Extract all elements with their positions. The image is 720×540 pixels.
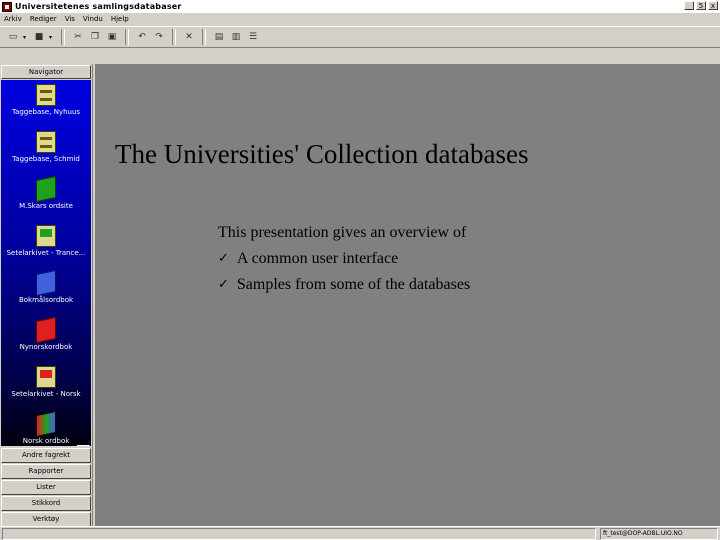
bullet-text: A common user interface bbox=[236, 250, 399, 267]
dropdown-arrow-icon[interactable]: ▾ bbox=[49, 34, 55, 41]
window-controls: _ 5 x bbox=[684, 1, 718, 10]
menu-arkiv[interactable]: Arkiv bbox=[0, 15, 26, 23]
menu-hjelp[interactable]: Hjelp bbox=[107, 15, 133, 23]
open-icon[interactable]: ▭ bbox=[6, 30, 20, 44]
toolbar-separator bbox=[172, 29, 176, 45]
slide-bullet: ✓ A common user interface bbox=[218, 246, 470, 272]
nav-item-ordsite[interactable]: M.Skars ordsite bbox=[1, 174, 91, 221]
nav-item-setelarkivet-trance[interactable]: Setelarkivet - Trance... bbox=[1, 221, 91, 268]
sidebar: Navigator Taggebase, Nyhuus Taggebase, S… bbox=[0, 64, 93, 528]
lister-button[interactable]: Lister bbox=[1, 480, 91, 495]
tile-icon[interactable]: ▤ bbox=[212, 30, 226, 44]
status-user: ft_test@DOP-ADBL.UIO.NO bbox=[600, 528, 718, 540]
nav-item-label: Nynorskordbok bbox=[19, 343, 73, 351]
maximize-button[interactable]: 5 bbox=[696, 1, 706, 10]
minimize-button[interactable]: _ bbox=[684, 1, 694, 10]
scroll-down-icon[interactable]: ▼ bbox=[77, 445, 90, 446]
nav-item-label: Taggebase, Schmid bbox=[12, 155, 80, 163]
navigator-header[interactable]: Navigator bbox=[1, 65, 91, 79]
nav-item-nynorskordbok[interactable]: Nynorskordbok bbox=[1, 315, 91, 362]
slide-body: This presentation gives an overview of ✓… bbox=[218, 220, 470, 298]
nav-item-bokmalsordbok[interactable]: Bokmålsordbok bbox=[1, 268, 91, 315]
copy-icon[interactable]: ❐ bbox=[88, 30, 102, 44]
toolbar: ▭ ▾ ■ ▾ ✂ ❐ ▣ ↶ ↷ ✕ ▤ ▥ ☰ bbox=[0, 26, 720, 48]
paste-icon[interactable]: ▣ bbox=[105, 30, 119, 44]
columns-icon[interactable]: ▥ bbox=[229, 30, 243, 44]
checkmark-icon: ✓ bbox=[218, 251, 229, 266]
undo-icon[interactable]: ↶ bbox=[135, 30, 149, 44]
sidebar-buttons: Andre fagrekt Rapporter Lister Stikkord … bbox=[1, 448, 91, 528]
file-cabinet-icon bbox=[36, 131, 56, 153]
slide-intro: This presentation gives an overview of bbox=[218, 224, 467, 241]
bullet-text: Samples from some of the databases bbox=[236, 276, 471, 293]
rows-icon[interactable]: ☰ bbox=[246, 30, 260, 44]
delete-icon[interactable]: ✕ bbox=[182, 30, 196, 44]
multicolor-book-icon bbox=[36, 410, 56, 438]
cut-icon[interactable]: ✂ bbox=[71, 30, 85, 44]
redo-icon[interactable]: ↷ bbox=[152, 30, 166, 44]
menu-bar: Arkiv Rediger Vis Vindu Hjelp bbox=[0, 13, 720, 25]
nav-item-taggebase-schmid[interactable]: Taggebase, Schmid bbox=[1, 127, 91, 174]
title-bar: Universitetenes samlingsdatabaser _ 5 x bbox=[0, 0, 720, 13]
file-cabinet-icon bbox=[36, 84, 56, 106]
menu-vindu[interactable]: Vindu bbox=[79, 15, 107, 23]
status-panel-main bbox=[2, 528, 596, 540]
slide-title: The Universities' Collection databases bbox=[115, 139, 529, 169]
nav-item-taggebase-nyhuus[interactable]: Taggebase, Nyhuus bbox=[1, 80, 91, 127]
toolbar-separator bbox=[125, 29, 129, 45]
green-box-icon bbox=[36, 225, 56, 247]
blue-book-icon bbox=[36, 269, 56, 297]
toolbar-separator bbox=[61, 29, 65, 45]
main-content: The Universities' Collection databases T… bbox=[95, 64, 720, 526]
rapporter-button[interactable]: Rapporter bbox=[1, 464, 91, 479]
close-button[interactable]: x bbox=[708, 1, 718, 10]
window-title: Universitetenes samlingsdatabaser bbox=[15, 2, 182, 11]
nav-item-label: Norsk ordbok bbox=[22, 437, 70, 445]
red-box-icon bbox=[36, 366, 56, 388]
nav-item-label: Setelarkivet - Norsk bbox=[11, 390, 81, 398]
app-icon[interactable] bbox=[2, 1, 12, 12]
dropdown-arrow-icon[interactable]: ▾ bbox=[23, 34, 29, 41]
status-bar: ft_test@DOP-ADBL.UIO.NO bbox=[0, 526, 720, 540]
stop-icon[interactable]: ■ bbox=[32, 30, 46, 44]
nav-item-norsk-ordbok[interactable]: Norsk ordbok bbox=[1, 409, 91, 446]
nav-item-setelarkivet-norsk[interactable]: Setelarkivet - Norsk bbox=[1, 362, 91, 409]
toolbar-separator bbox=[202, 29, 206, 45]
slide-bullet: ✓ Samples from some of the databases bbox=[218, 272, 470, 298]
navigator-panel: Taggebase, Nyhuus Taggebase, Schmid M.Sk… bbox=[1, 80, 91, 446]
menu-rediger[interactable]: Rediger bbox=[26, 15, 61, 23]
red-book-icon bbox=[36, 316, 56, 344]
stikkord-button[interactable]: Stikkord bbox=[1, 496, 91, 511]
checkmark-icon: ✓ bbox=[218, 277, 229, 292]
green-book-icon bbox=[36, 175, 56, 203]
nav-item-label: Bokmålsordbok bbox=[18, 296, 74, 304]
andre-fagrekt-button[interactable]: Andre fagrekt bbox=[1, 448, 91, 463]
menu-vis[interactable]: Vis bbox=[61, 15, 79, 23]
verktoy-button[interactable]: Verktøy bbox=[1, 512, 91, 527]
nav-item-label: Taggebase, Nyhuus bbox=[11, 108, 81, 116]
nav-item-label: M.Skars ordsite bbox=[19, 202, 73, 210]
nav-item-label: Setelarkivet - Trance... bbox=[6, 249, 86, 257]
